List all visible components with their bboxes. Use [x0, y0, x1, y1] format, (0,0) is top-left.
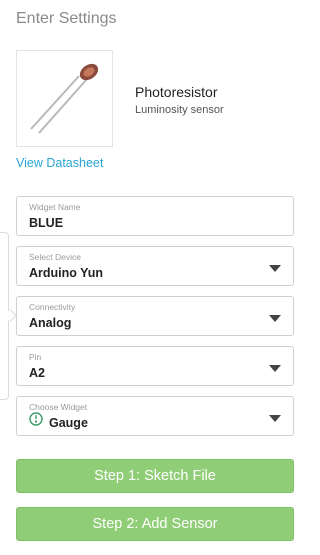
- device-value: Arduino Yun: [29, 266, 104, 280]
- page-title: Enter Settings: [16, 10, 117, 27]
- sensor-thumbnail: [16, 50, 113, 147]
- chevron-down-icon: [269, 365, 281, 372]
- pin-value: A2: [29, 366, 45, 380]
- widget-label: Choose Widget: [29, 402, 88, 412]
- gauge-icon: [29, 412, 43, 426]
- sensor-description: Luminosity sensor: [135, 104, 224, 116]
- widget-name-value: BLUE: [29, 216, 64, 230]
- sensor-name: Photoresistor: [135, 84, 218, 100]
- step1-sketch-file-button[interactable]: Step 1: Sketch File: [16, 459, 294, 493]
- widget-name-label: Widget Name: [29, 202, 81, 212]
- widget-name-field[interactable]: Widget Name BLUE: [16, 196, 294, 236]
- pin-select[interactable]: Pin A2: [16, 346, 294, 386]
- connectivity-select[interactable]: Connectivity Analog: [16, 296, 294, 336]
- connectivity-value: Analog: [29, 316, 72, 330]
- chevron-down-icon: [269, 315, 281, 322]
- pin-label: Pin: [29, 352, 42, 362]
- view-datasheet-link[interactable]: View Datasheet: [16, 156, 103, 170]
- photoresistor-icon: [30, 63, 99, 134]
- chevron-down-icon: [269, 415, 281, 422]
- widget-value: Gauge: [49, 416, 88, 430]
- step2-add-sensor-button[interactable]: Step 2: Add Sensor: [16, 507, 294, 541]
- chevron-down-icon: [269, 265, 281, 272]
- connectivity-label: Connectivity: [29, 302, 76, 312]
- device-label: Select Device: [29, 252, 81, 262]
- device-select[interactable]: Select Device Arduino Yun: [16, 246, 294, 286]
- widget-select[interactable]: Choose Widget Gauge: [16, 396, 294, 436]
